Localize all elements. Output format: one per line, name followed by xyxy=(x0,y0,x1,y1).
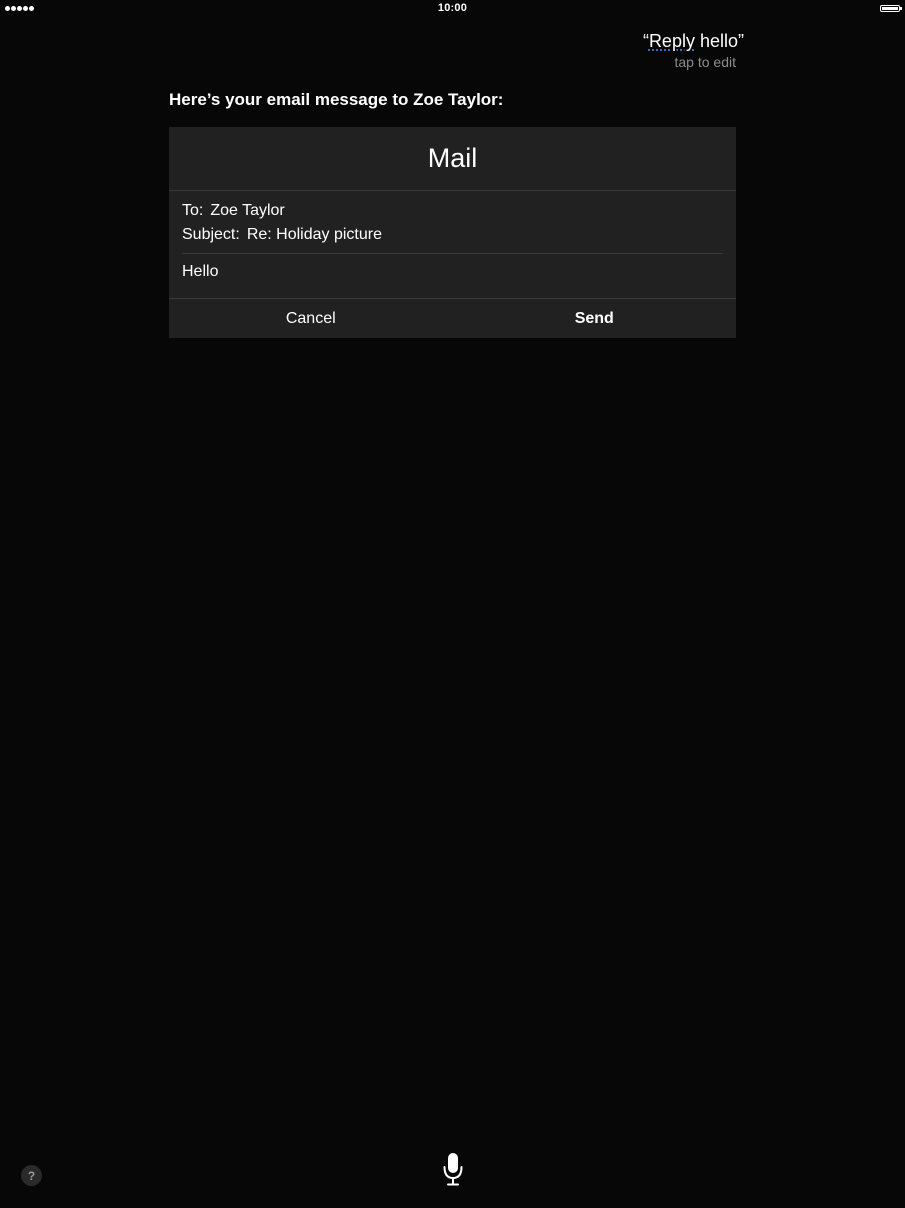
cancel-button[interactable]: Cancel xyxy=(169,299,453,338)
siri-utterance[interactable]: “Reply hello” tap to edit xyxy=(643,30,744,71)
send-button[interactable]: Send xyxy=(453,299,737,338)
utterance-text[interactable]: “Reply hello” xyxy=(643,30,744,52)
mail-actions: Cancel Send xyxy=(169,298,736,338)
help-icon[interactable]: ? xyxy=(21,1165,42,1186)
mail-card: Mail To: Zoe Taylor Subject: Re: Holiday p… xyxy=(169,127,736,338)
mail-card-title: Mail xyxy=(169,127,736,191)
siri-screen: 10:00 “Reply hello” tap to edit Here’s y… xyxy=(0,0,905,1208)
tap-to-edit-hint[interactable]: tap to edit xyxy=(643,53,737,71)
subject-field: Subject: Re: Holiday picture xyxy=(182,223,723,247)
subject-label: Subject: xyxy=(182,226,240,243)
to-label: To: xyxy=(182,202,204,219)
status-bar: 10:00 xyxy=(0,0,905,18)
siri-response: Here’s your email message to Zoe Taylor: xyxy=(169,90,504,109)
to-value: Zoe Taylor xyxy=(210,202,285,219)
status-time: 10:00 xyxy=(437,2,468,14)
utterance-rest: hello” xyxy=(694,31,744,51)
mail-fields: To: Zoe Taylor Subject: Re: Holiday pictur… xyxy=(169,191,736,247)
utterance-flagged-word[interactable]: Reply xyxy=(649,31,695,51)
to-field: To: Zoe Taylor xyxy=(182,199,723,223)
subject-value: Re: Holiday picture xyxy=(246,226,382,243)
microphone-icon[interactable] xyxy=(440,1150,466,1188)
battery-full-icon xyxy=(880,5,902,12)
mail-body: Hello xyxy=(182,263,219,280)
